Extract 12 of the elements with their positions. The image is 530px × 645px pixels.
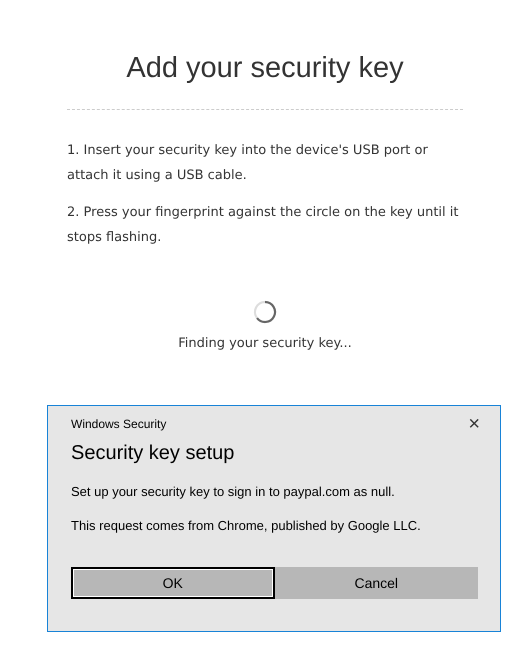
- cancel-button[interactable]: Cancel: [274, 567, 478, 599]
- dialog-caption: Windows Security: [71, 417, 166, 431]
- loading-spinner-icon: [253, 300, 277, 324]
- dialog-message: This request comes from Chrome, published by Google LLC.: [71, 518, 422, 533]
- instruction-text: 2. Press your fingerprint against the circle on the key until it stops flashing.: [67, 204, 460, 247]
- page-title: Add your security key: [125, 52, 405, 85]
- dialog-message: Set up your security key to sign in to paypal.com as null.: [71, 484, 396, 499]
- dialog-title: Security key setup: [71, 442, 236, 465]
- close-button[interactable]: ×: [468, 415, 480, 433]
- status-text: Finding your security key...: [178, 336, 352, 351]
- instruction-text: 1. Insert your security key into the device's USB port or attach it using a USB cable.: [67, 142, 429, 185]
- ok-button[interactable]: OK: [71, 567, 274, 599]
